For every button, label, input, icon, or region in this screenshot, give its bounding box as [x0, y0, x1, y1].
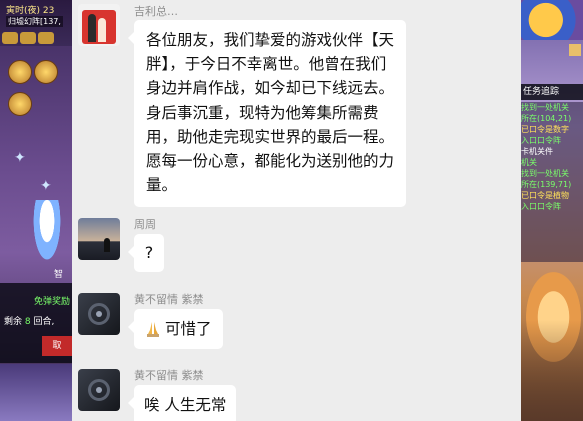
sender-name: 黄不留情 紫禁	[134, 369, 204, 382]
player-avatar[interactable]	[521, 0, 583, 40]
free-reward-label: 免弹奖励	[34, 297, 71, 307]
task-line[interactable]: 已口令是植物	[521, 190, 583, 201]
camera-avatar[interactable]	[78, 369, 120, 411]
task-line[interactable]: 找到一处机关	[521, 102, 583, 113]
message-bubble[interactable]: ?	[128, 234, 164, 272]
task-line[interactable]: 机关	[521, 157, 583, 168]
message-bubble[interactable]: 可惜了	[128, 309, 223, 349]
sender-name: 黄不留情 紫禁	[134, 293, 204, 306]
pet-icon[interactable]	[8, 92, 32, 116]
bag-icon[interactable]	[38, 32, 54, 44]
task-line[interactable]: 找到一处机关	[521, 168, 583, 179]
task-line[interactable]: 入口口令阵	[521, 201, 583, 212]
sender-name: 吉利总…	[134, 5, 178, 18]
message-bubble[interactable]: 唉 人生无常	[127, 385, 237, 421]
game-time: 寅时(夜) 23	[6, 3, 54, 16]
chest-icon[interactable]	[2, 32, 18, 44]
task-line[interactable]: 所在(139,71)	[521, 179, 583, 190]
camera-avatar[interactable]	[78, 293, 120, 335]
game-toolbar	[2, 32, 54, 44]
game-status-bar: 寅时(夜) 23 归墟幻阵[137,	[0, 0, 72, 46]
game-time-label: 寅时(夜)	[6, 6, 41, 16]
game-left-panel: 寅时(夜) 23 归墟幻阵[137, ✦ ✦ 智 免弹奖励 剩余 8 回合, 取	[0, 0, 72, 421]
game-location: 归墟幻阵[137,	[6, 16, 63, 27]
task-line[interactable]: 已口令是数字	[521, 124, 583, 135]
star-icon[interactable]	[8, 60, 32, 84]
task-tracker-list: 找到一处机关 所在(104,21) 已口令是数字 入口口令阵 卡机关件 机关 找到一处机关所…	[521, 102, 583, 262]
game-time-value: 23	[42, 6, 55, 16]
pray-emoji-icon	[145, 309, 161, 349]
medal-icon[interactable]	[34, 60, 58, 84]
task-line[interactable]: 入口口令阵	[521, 135, 583, 146]
game-ground	[0, 364, 72, 421]
menu-icon[interactable]	[569, 44, 581, 56]
game-right-panel: 任务追踪 找到一处机关 所在(104,21) 已口令是数字 入口口令阵 卡机关件 机关 找到…	[521, 0, 583, 421]
sparkle-icon: ✦	[40, 178, 52, 194]
scroll-icon[interactable]	[20, 32, 36, 44]
task-tracker-header[interactable]: 任务追踪	[521, 84, 583, 100]
task-line[interactable]: 卡机关件	[521, 146, 583, 157]
task-line[interactable]: 所在(104,21)	[521, 113, 583, 124]
couple-photo-avatar[interactable]	[78, 4, 120, 46]
game-character[interactable]	[30, 200, 64, 270]
game-scenery-bottom	[521, 320, 583, 421]
chat-panel: 吉利总… 各位朋友，我们挚爱的游戏伙伴【天胖】，于今日不幸离世。他曾在我们身边并…	[72, 0, 521, 421]
sparkle-icon: ✦	[14, 150, 26, 166]
landscape-avatar[interactable]	[78, 218, 120, 260]
remaining-rounds: 剩余 8 回合,	[4, 317, 55, 327]
cancel-button[interactable]: 取	[42, 336, 72, 356]
character-label: 智	[54, 270, 64, 280]
sender-name: 周周	[134, 218, 156, 231]
message-bubble[interactable]: 各位朋友，我们挚爱的游戏伙伴【天胖】，于今日不幸离世。他曾在我们身边并肩作战，如…	[128, 20, 406, 208]
